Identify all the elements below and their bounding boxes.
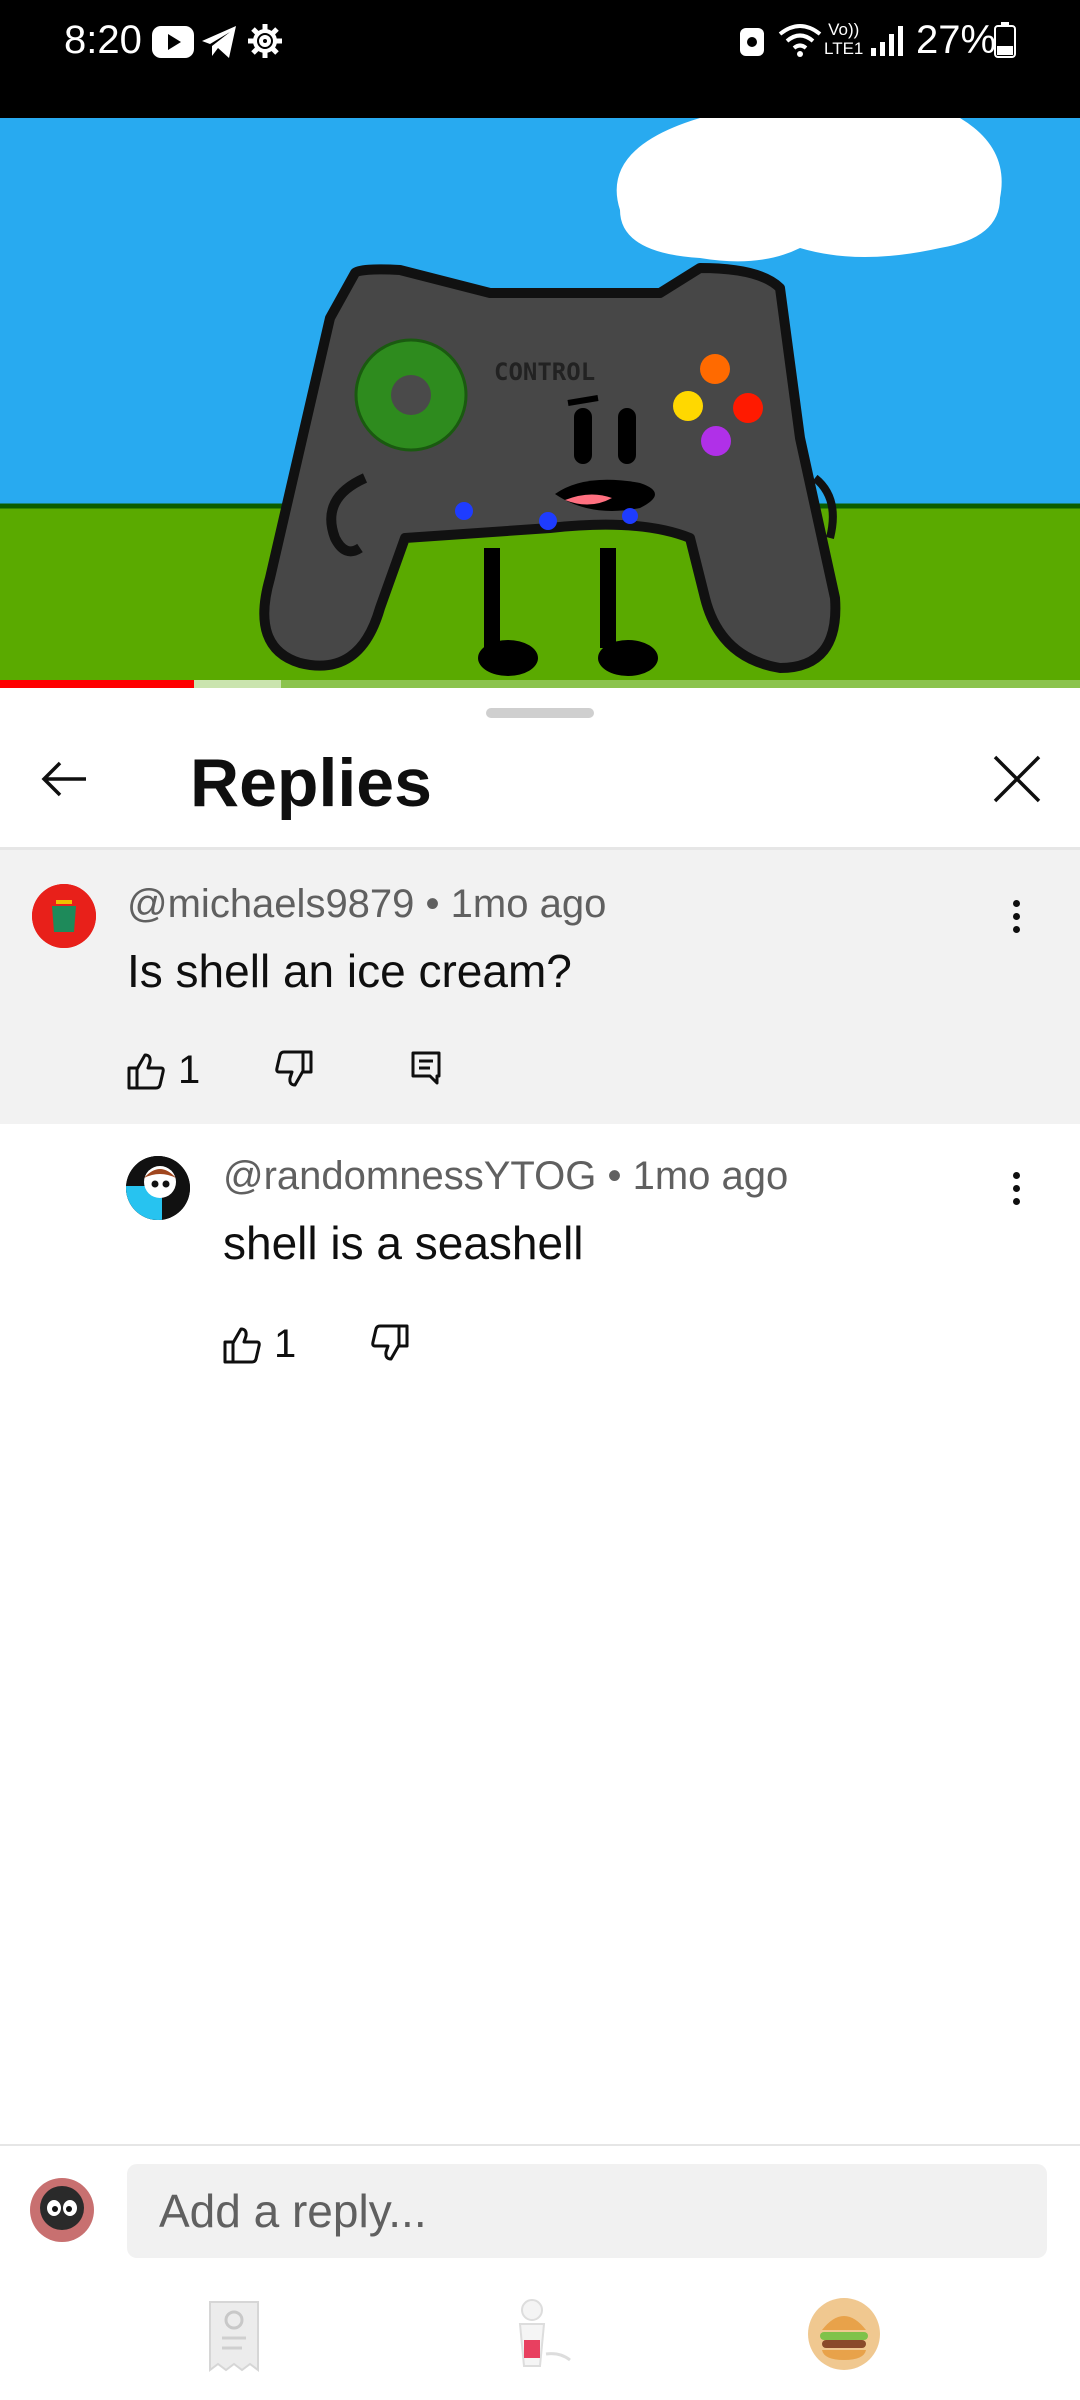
vpn-lock-icon [738,22,766,63]
randomness-avatar-image [126,1156,190,1220]
more-vert-icon [1012,899,1020,907]
reply-input[interactable] [127,2164,1047,2258]
telegram-icon [200,24,238,65]
video-frame: CONTROL [0,118,1080,688]
comment-text: shell is a seashell [223,1217,584,1269]
drag-handle[interactable] [486,708,594,718]
volte-label: Vo)) [828,20,860,39]
composer-divider [0,2144,1080,2146]
receipt-sticker-image [209,2301,259,2372]
lte-label: LTE1 [824,39,864,58]
thumbs-down-icon [275,1050,313,1087]
like-button[interactable]: 1 [222,1322,296,1367]
back-button[interactable] [32,746,98,812]
status-time: 8:20 [64,18,142,62]
parent-comment: @michaels9879 • 1mo ago Is shell an ice … [0,850,1080,1124]
wifi-icon [778,22,822,63]
dislike-button[interactable] [370,1324,410,1362]
burger-sticker[interactable] [804,2294,884,2374]
burger-sticker-image [808,2298,880,2370]
receipt-sticker[interactable] [196,2294,276,2374]
cloud [616,118,1002,262]
youtube-icon [152,26,194,63]
thumbs-down-icon [371,1324,409,1361]
comment-meta: @randomnessYTOG • 1mo ago [223,1154,789,1198]
user-avatar-image [30,2178,94,2242]
signal-icon [870,24,904,61]
avatar[interactable] [126,1156,190,1220]
more-vert-icon [1012,1171,1020,1179]
progress-played [0,680,195,688]
controller-label: CONTROL [494,358,595,386]
michaels-avatar-image [32,884,96,948]
panel-title: Replies [190,745,432,821]
dislike-button[interactable] [274,1050,314,1088]
more-options-button[interactable] [996,886,1036,946]
cup-sticker[interactable] [500,2294,580,2374]
video-progress-bar[interactable] [0,680,1080,688]
thumbs-up-icon [127,1053,165,1089]
reply-comment: @randomnessYTOG • 1mo ago shell is a sea… [0,1124,1080,1424]
comment-meta: @michaels9879 • 1mo ago [127,882,607,926]
thumbs-up-icon [223,1327,261,1363]
more-options-button[interactable] [996,1158,1036,1218]
volte-icon: Vo)) LTE1 [824,20,863,58]
comment-text: Is shell an ice cream? [127,945,572,997]
avatar[interactable] [32,884,96,948]
comment-icon [411,1051,441,1085]
video-player[interactable]: CONTROL [0,118,1080,688]
cup-sticker-image [518,2299,571,2367]
arrow-left-icon [41,761,86,797]
close-icon [993,755,1041,803]
like-button[interactable]: 1 [126,1048,200,1093]
like-count: 1 [178,1048,201,1092]
like-count: 1 [274,1322,297,1366]
reply-button[interactable] [410,1050,442,1086]
status-bar: 8:20 Vo)) LTE1 27% [0,0,1080,118]
user-avatar[interactable] [30,2178,94,2242]
battery-icon [994,22,1016,63]
close-button[interactable] [982,744,1052,814]
battery-percent: 27% [916,18,997,62]
settings-icon [246,22,284,65]
